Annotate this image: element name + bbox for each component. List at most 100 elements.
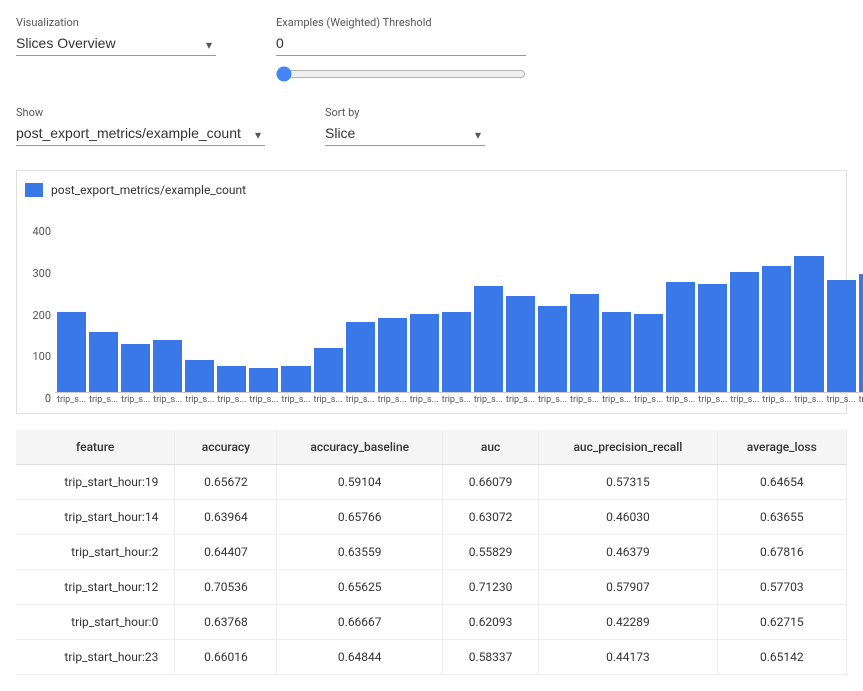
cell-accuracy: 0.70536 — [175, 570, 277, 605]
bar — [698, 284, 727, 392]
col-auc: auc — [442, 430, 538, 465]
cell-accuracy: 0.66016 — [175, 640, 277, 675]
x-label: trip_s... — [762, 395, 791, 405]
x-label: trip_s... — [634, 395, 663, 405]
bar — [762, 266, 791, 392]
cell-feature: trip_start_hour:12 — [16, 570, 175, 605]
x-label: trip_s... — [827, 395, 856, 405]
col-auc-precision-recall: auc_precision_recall — [539, 430, 717, 465]
cell-accuracy_baseline: 0.64844 — [277, 640, 442, 675]
cell-accuracy_baseline: 0.65766 — [277, 500, 442, 535]
cell-auc: 0.71230 — [442, 570, 538, 605]
x-label: trip_s... — [442, 395, 471, 405]
cell-auc: 0.55829 — [442, 535, 538, 570]
visualization-control: Visualization Slices Overview Metrics ▾ — [16, 16, 216, 56]
bars-container — [55, 233, 863, 393]
threshold-input[interactable] — [276, 33, 526, 56]
bar — [281, 366, 310, 392]
sort-by-control: Sort by Slice Value Metric ▾ — [325, 106, 485, 146]
cell-average_loss: 0.67816 — [717, 535, 846, 570]
cell-auc: 0.62093 — [442, 605, 538, 640]
bar — [442, 312, 471, 392]
show-metric-select[interactable]: post_export_metrics/example_count accura… — [16, 123, 265, 146]
cell-auc_precision_recall: 0.57907 — [539, 570, 717, 605]
y-axis: 0 100 200 300 400 — [25, 225, 55, 405]
show-metric-control: Show post_export_metrics/example_count a… — [16, 106, 265, 146]
col-feature: feature — [16, 430, 175, 465]
x-labels: trip_s...trip_s...trip_s...trip_s...trip… — [55, 395, 863, 405]
bar — [314, 348, 343, 392]
x-label: trip_s... — [217, 395, 246, 405]
visualization-select[interactable]: Slices Overview Metrics — [16, 33, 216, 56]
y-label-300: 300 — [25, 267, 51, 280]
bar — [570, 294, 599, 392]
cell-accuracy: 0.63768 — [175, 605, 277, 640]
x-label: trip_s... — [474, 395, 503, 405]
cell-auc_precision_recall: 0.42289 — [539, 605, 717, 640]
cell-accuracy: 0.64407 — [175, 535, 277, 570]
x-label: trip_s... — [794, 395, 823, 405]
show-metric-dropdown-container: post_export_metrics/example_count accura… — [16, 123, 265, 146]
threshold-control: Examples (Weighted) Threshold — [276, 16, 526, 86]
chart-section: post_export_metrics/example_count 0 100 … — [16, 170, 847, 414]
sort-by-select[interactable]: Slice Value Metric — [325, 123, 485, 146]
visualization-dropdown-container: Slices Overview Metrics ▾ — [16, 33, 216, 56]
cell-feature: trip_start_hour:2 — [16, 535, 175, 570]
x-label: trip_s... — [185, 395, 214, 405]
col-accuracy: accuracy — [175, 430, 277, 465]
bar — [346, 322, 375, 392]
slider-container — [276, 66, 526, 86]
x-label: trip_s... — [666, 395, 695, 405]
cell-auc_precision_recall: 0.46030 — [539, 500, 717, 535]
cell-auc: 0.63072 — [442, 500, 538, 535]
visualization-label: Visualization — [16, 16, 216, 29]
cell-accuracy: 0.65672 — [175, 465, 277, 500]
x-label: trip_s... — [89, 395, 118, 405]
bar — [794, 256, 823, 392]
cell-average_loss: 0.63655 — [717, 500, 846, 535]
cell-feature: trip_start_hour:23 — [16, 640, 175, 675]
bar — [153, 340, 182, 392]
x-label: trip_s... — [506, 395, 535, 405]
x-label: trip_s... — [570, 395, 599, 405]
x-label: trip_s... — [859, 395, 863, 405]
cell-auc_precision_recall: 0.44173 — [539, 640, 717, 675]
y-label-0: 0 — [25, 392, 51, 405]
cell-feature: trip_start_hour:14 — [16, 500, 175, 535]
cell-accuracy_baseline: 0.63559 — [277, 535, 442, 570]
cell-auc_precision_recall: 0.46379 — [539, 535, 717, 570]
cell-accuracy_baseline: 0.65625 — [277, 570, 442, 605]
chart-legend: post_export_metrics/example_count — [25, 183, 838, 197]
sort-by-dropdown-container: Slice Value Metric ▾ — [325, 123, 485, 146]
cell-accuracy: 0.63964 — [175, 500, 277, 535]
cell-accuracy_baseline: 0.66667 — [277, 605, 442, 640]
bar — [217, 366, 246, 392]
x-label: trip_s... — [602, 395, 631, 405]
cell-feature: trip_start_hour:0 — [16, 605, 175, 640]
x-label: trip_s... — [698, 395, 727, 405]
bar — [89, 332, 118, 392]
bar — [185, 360, 214, 392]
controls-row-2: Show post_export_metrics/example_count a… — [16, 106, 847, 146]
cell-average_loss: 0.62715 — [717, 605, 846, 640]
bar — [410, 314, 439, 392]
x-label: trip_s... — [378, 395, 407, 405]
threshold-label: Examples (Weighted) Threshold — [276, 16, 526, 29]
x-label: trip_s... — [249, 395, 278, 405]
chart-right: trip_s...trip_s...trip_s...trip_s...trip… — [55, 233, 863, 405]
chart-wrapper: 0 100 200 300 400 trip_s...trip_s...trip… — [25, 205, 838, 405]
x-label: trip_s... — [153, 395, 182, 405]
cell-average_loss: 0.57703 — [717, 570, 846, 605]
x-label: trip_s... — [281, 395, 310, 405]
data-table: feature accuracy accuracy_baseline auc a… — [16, 430, 847, 675]
bar — [474, 286, 503, 392]
table-body: trip_start_hour:190.656720.591040.660790… — [16, 465, 847, 675]
table-row: trip_start_hour:140.639640.657660.630720… — [16, 500, 847, 535]
bar — [378, 318, 407, 392]
threshold-slider[interactable] — [276, 66, 526, 82]
cell-average_loss: 0.64654 — [717, 465, 846, 500]
bar — [666, 282, 695, 392]
bar — [506, 296, 535, 392]
bar — [827, 280, 856, 392]
cell-auc: 0.58337 — [442, 640, 538, 675]
